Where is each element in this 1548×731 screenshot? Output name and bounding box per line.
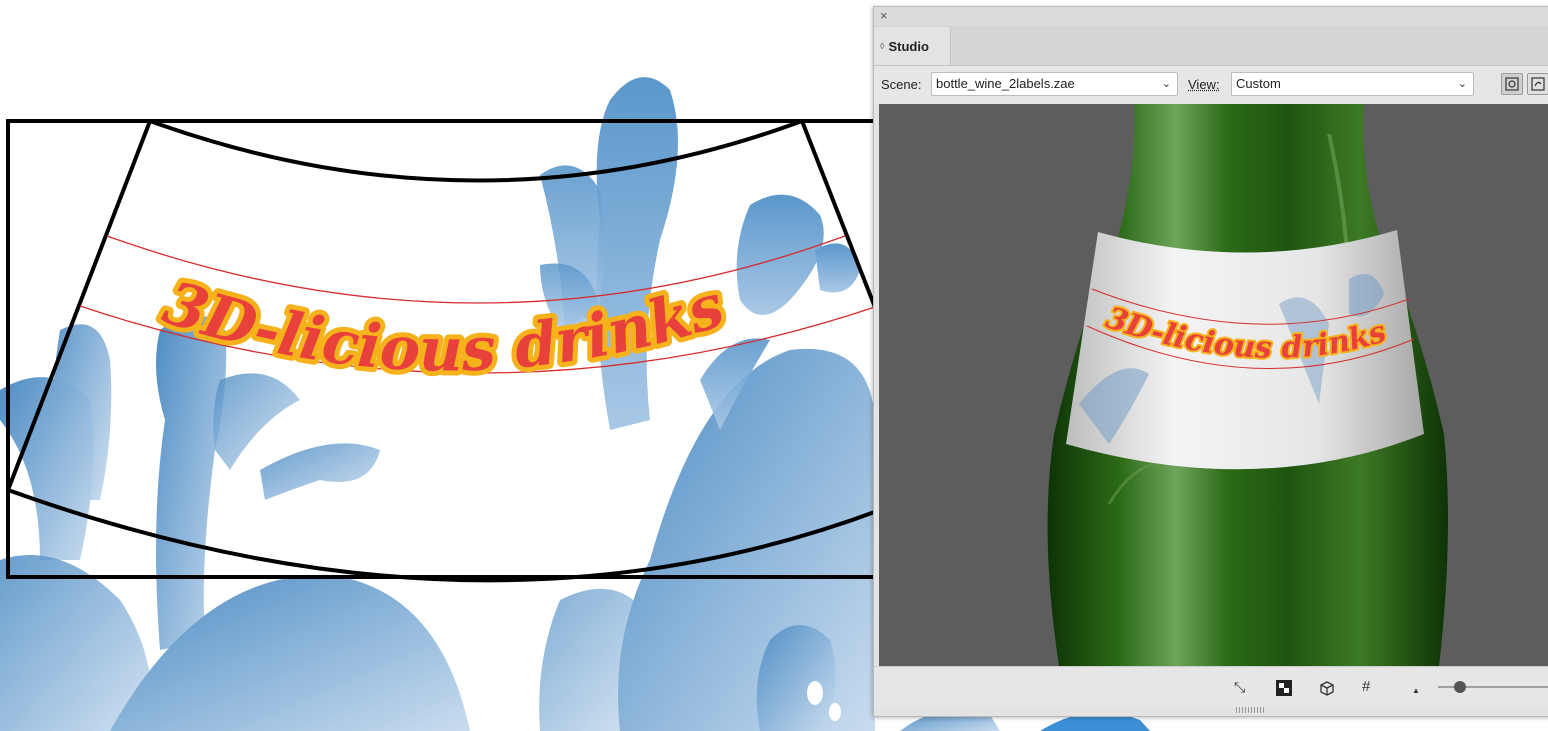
fit-view-icon[interactable]: ⤡ — [1234, 679, 1245, 695]
bottle-render: 3D-licious drinks 3D-licious drinks — [1047, 104, 1448, 666]
rotate-view-button[interactable] — [1527, 73, 1548, 95]
panel-resize-grip[interactable] — [1236, 707, 1266, 713]
scene-label: Scene: — [881, 77, 922, 92]
panel-title-bar[interactable]: × — [874, 7, 1548, 25]
studio-3d-viewport[interactable]: 3D-licious drinks 3D-licious drinks — [879, 104, 1548, 666]
label-top-arc — [149, 119, 803, 183]
chevron-down-icon: ⌄ — [1457, 78, 1467, 90]
panel-tab-strip: ◊ Studio — [874, 25, 1548, 66]
rotate-icon — [1531, 77, 1545, 91]
tab-studio[interactable]: ◊ Studio — [874, 27, 951, 65]
view-label: View: — [1188, 77, 1220, 92]
light-icon[interactable]: ▲ — [1412, 683, 1420, 699]
close-icon[interactable]: × — [880, 8, 888, 24]
studio-panel: × ◊ Studio Scene: bottle_wine_2labels.za… — [873, 6, 1548, 717]
lighting-toggle-button[interactable] — [1501, 73, 1523, 95]
studio-bottom-toolbar: ⤡ # ▲ — [874, 666, 1548, 708]
grid-icon[interactable]: # — [1362, 679, 1370, 695]
cube-icon[interactable] — [1318, 679, 1336, 697]
collapse-icon[interactable]: ◊ — [880, 41, 884, 51]
scene-select-value: bottle_wine_2labels.zae — [936, 76, 1075, 91]
chevron-down-icon: ⌄ — [1161, 78, 1171, 90]
tab-studio-label: Studio — [888, 38, 929, 54]
checker-icon[interactable] — [1275, 679, 1293, 697]
zoom-slider-thumb[interactable] — [1454, 681, 1466, 693]
view-select[interactable]: Custom ⌄ — [1231, 72, 1474, 96]
view-select-value: Custom — [1236, 76, 1281, 91]
scene-select[interactable]: bottle_wine_2labels.zae ⌄ — [931, 72, 1178, 96]
studio-toolbar: Scene: bottle_wine_2labels.zae ⌄ View: C… — [874, 66, 1548, 104]
camera-icon — [1505, 77, 1519, 91]
